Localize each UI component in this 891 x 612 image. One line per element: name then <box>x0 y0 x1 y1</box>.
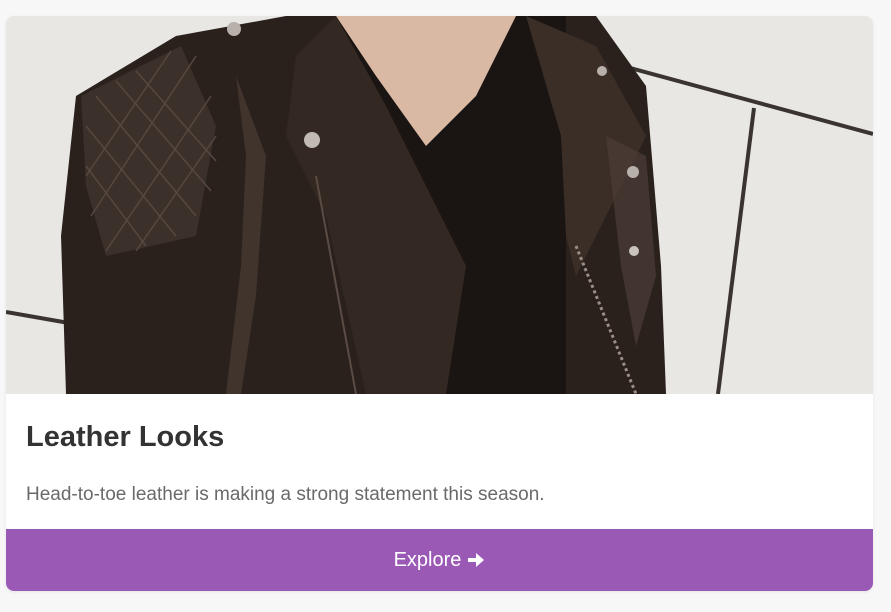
arrow-right-icon <box>468 553 485 567</box>
product-card: Leather Looks Head-to-toe leather is mak… <box>6 16 873 591</box>
card-title: Leather Looks <box>26 421 225 453</box>
card-body: Leather Looks Head-to-toe leather is mak… <box>6 394 873 529</box>
card-description: Head-to-toe leather is making a strong s… <box>26 484 545 505</box>
explore-button[interactable]: Explore <box>6 529 873 591</box>
leather-jacket-photo <box>6 16 873 394</box>
explore-button-label: Explore <box>393 548 462 571</box>
